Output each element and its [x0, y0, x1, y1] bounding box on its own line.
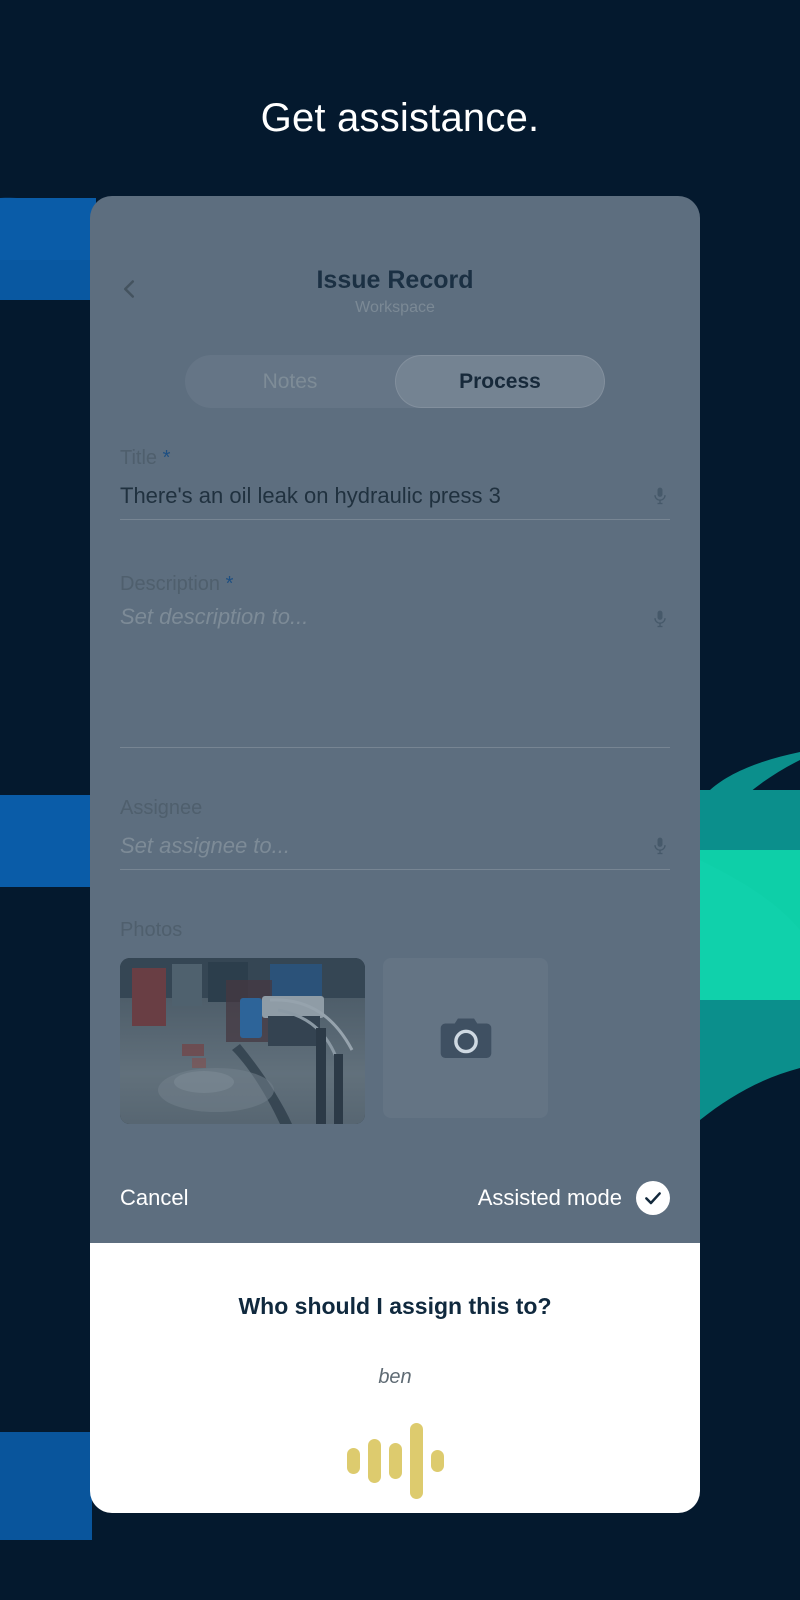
waveform-bar [430, 1450, 444, 1472]
assisted-mode-toggle[interactable]: Assisted mode [478, 1181, 670, 1215]
page-headline: Get assistance. [260, 96, 540, 140]
title-input[interactable]: There's an oil leak on hydraulic press 3 [120, 483, 650, 509]
voice-waveform [346, 1423, 444, 1499]
voice-assistant-sheet: Who should I assign this to? ben [90, 1243, 700, 1513]
field-title: Title * There's an oil leak on hydraulic… [120, 444, 670, 520]
field-title-row[interactable]: There's an oil leak on hydraulic press 3 [120, 472, 670, 520]
photos-label: Photos [120, 919, 183, 941]
camera-icon [438, 1015, 494, 1061]
field-assignee-label-text: Assignee [120, 797, 203, 819]
microphone-icon[interactable] [650, 606, 670, 632]
field-assignee-row[interactable]: Set assignee to... [120, 822, 670, 870]
field-description-required-marker: * [225, 573, 234, 595]
description-input[interactable]: Set description to... [120, 604, 650, 630]
field-description-label: Description * [120, 570, 670, 598]
field-description: Description * Set description to... [120, 570, 670, 748]
check-circle-icon[interactable] [636, 1181, 670, 1215]
photo-thumbnail[interactable] [120, 958, 365, 1124]
microphone-icon[interactable] [650, 483, 670, 509]
add-photo-button[interactable] [383, 958, 548, 1118]
field-assignee-label: Assignee [120, 794, 670, 822]
assignee-input[interactable]: Set assignee to... [120, 833, 650, 859]
tab-process[interactable]: Process [395, 355, 605, 408]
field-description-label-text: Description [120, 573, 221, 595]
waveform-bar [409, 1423, 423, 1499]
page-subtitle: Workspace [355, 299, 435, 316]
waveform-bar [388, 1443, 402, 1479]
page-title: Issue Record [316, 266, 474, 294]
issue-form: Title * There's an oil leak on hydraulic… [90, 444, 700, 1124]
photos-section: Photos [120, 916, 670, 1124]
voice-transcript: ben [378, 1366, 412, 1388]
photos-row [120, 958, 670, 1124]
waveform-bar [367, 1439, 381, 1483]
card-header: Issue Record Workspace [90, 196, 700, 316]
assisted-mode-label: Assisted mode [477, 1185, 622, 1210]
assistant-question: Who should I assign this to? [238, 1293, 552, 1319]
cancel-button[interactable]: Cancel [120, 1185, 188, 1211]
field-title-label: Title * [120, 444, 670, 472]
field-assignee: Assignee Set assignee to... [120, 794, 670, 870]
field-title-required-marker: * [162, 447, 171, 469]
issue-record-card: Issue Record Workspace Notes Process Tit… [90, 196, 700, 1243]
segmented-tabs: Notes Process [185, 355, 605, 408]
microphone-icon[interactable] [650, 833, 670, 859]
tab-notes[interactable]: Notes [185, 355, 395, 408]
field-description-row[interactable]: Set description to... [120, 598, 670, 748]
field-title-label-text: Title [120, 447, 158, 469]
waveform-bar [346, 1448, 360, 1474]
card-action-bar: Cancel Assisted mode [90, 1181, 700, 1215]
